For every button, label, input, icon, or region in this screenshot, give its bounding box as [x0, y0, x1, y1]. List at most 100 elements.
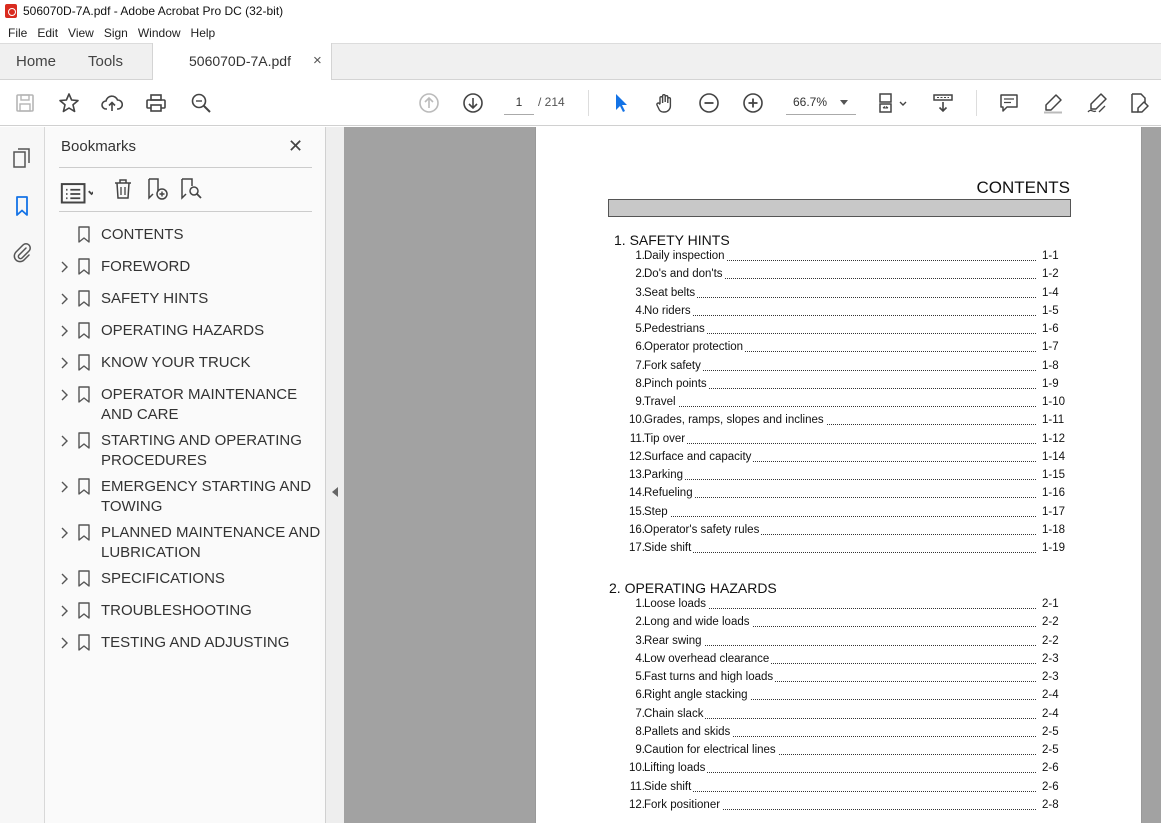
next-page-icon[interactable] [462, 92, 484, 114]
toc-entry[interactable]: 7. Fork safety 1-8 [536, 360, 1143, 376]
toc-entry-number: 11. [629, 781, 645, 793]
toc-entry[interactable]: 15. Step 1-17 [536, 506, 1143, 522]
toc-entry-text: Operator protection [644, 341, 746, 353]
zoom-out-icon[interactable] [698, 92, 720, 114]
toc-entry-page: 1-12 [1042, 433, 1066, 445]
toc-entry[interactable]: 6. Operator protection 1-7 [536, 341, 1143, 357]
collapse-panel-arrow-icon[interactable] [332, 487, 338, 497]
toc-entry-number: 13. [629, 469, 645, 481]
chevron-right-icon[interactable] [59, 389, 69, 401]
bookmark-icon [78, 570, 90, 587]
chevron-right-icon[interactable] [59, 435, 69, 447]
select-cursor-icon[interactable] [610, 92, 632, 114]
toc-entry-leader: Tip over [644, 433, 1036, 449]
chevron-down-icon[interactable] [840, 100, 848, 105]
toc-entry[interactable]: 5. Fast turns and high loads 2-3 [536, 671, 1143, 687]
chevron-right-icon[interactable] [59, 357, 69, 369]
chevron-right-icon[interactable] [59, 637, 69, 649]
toc-entry[interactable]: 9. Travel 1-10 [536, 396, 1143, 412]
toc-entry[interactable]: 5. Pedestrians 1-6 [536, 323, 1143, 339]
page-thumbnails-icon[interactable] [11, 147, 33, 169]
toc-entry[interactable]: 13. Parking 1-15 [536, 469, 1143, 485]
toc-entry-text: Right angle stacking [644, 689, 750, 701]
comment-icon[interactable] [998, 92, 1020, 114]
panel-splitter[interactable] [326, 127, 344, 823]
hand-tool-icon[interactable] [654, 92, 676, 114]
bookmark-icon [78, 524, 90, 541]
toc-entry[interactable]: 9. Caution for electrical lines 2-5 [536, 744, 1143, 760]
toc-entry-leader: Fast turns and high loads [644, 671, 1036, 687]
star-icon[interactable] [58, 92, 80, 114]
close-icon[interactable]: ✕ [288, 136, 306, 156]
options-menu-icon[interactable] [59, 177, 96, 204]
toc-entry[interactable]: 12. Fork positioner 2-8 [536, 799, 1143, 815]
edit-pdf-icon[interactable] [1128, 92, 1150, 114]
menu-sign[interactable]: Sign [100, 26, 132, 40]
toc-entry[interactable]: 8. Pallets and skids 2-5 [536, 726, 1143, 742]
toc-entry-page: 1-15 [1042, 469, 1066, 481]
tab-home[interactable]: Home [16, 53, 56, 70]
page-number-input[interactable]: 1 [504, 90, 534, 115]
toc-entry[interactable]: 1. Loose loads 2-1 [536, 598, 1143, 614]
toc-entry-number: 14. [629, 487, 645, 499]
menu-window[interactable]: Window [134, 26, 185, 40]
toc-entry[interactable]: 10. Lifting loads 2-6 [536, 762, 1143, 778]
toc-entry[interactable]: 12. Surface and capacity 1-14 [536, 451, 1143, 467]
paperclip-icon[interactable] [11, 241, 33, 263]
document-viewport[interactable]: CONTENTS 1. SAFETY HINTS 1. Daily inspecti… [344, 127, 1161, 823]
toolbar-divider [976, 90, 977, 116]
toc-entry[interactable]: 2. Do's and don'ts 1-2 [536, 268, 1143, 284]
scroll-mode-icon[interactable] [932, 92, 954, 114]
toc-entry[interactable]: 11. Side shift 2-6 [536, 781, 1143, 797]
sign-pen-icon[interactable] [1086, 92, 1108, 114]
chevron-right-icon[interactable] [59, 325, 69, 337]
toc-entry[interactable]: 4. No riders 1-5 [536, 305, 1143, 321]
find-bookmark-icon[interactable] [179, 177, 203, 201]
toc-entry[interactable]: 1. Daily inspection 1-1 [536, 250, 1143, 266]
toc-entry[interactable]: 16. Operator's safety rules 1-18 [536, 524, 1143, 540]
zoom-in-icon[interactable] [742, 92, 764, 114]
toc-entry[interactable]: 3. Seat belts 1-4 [536, 287, 1143, 303]
toc-entry[interactable]: 3. Rear swing 2-2 [536, 635, 1143, 651]
toc-entry[interactable]: 8. Pinch points 1-9 [536, 378, 1143, 394]
toc-entry[interactable]: 14. Refueling 1-16 [536, 487, 1143, 503]
toc-entry-leader: No riders [644, 305, 1036, 321]
delete-trash-icon[interactable] [111, 177, 135, 201]
toc-entry[interactable]: 17. Side shift 1-19 [536, 542, 1143, 558]
tab-close-button[interactable]: × [313, 52, 322, 69]
previous-page-icon[interactable] [418, 92, 440, 114]
toc-entry-leader: Seat belts [644, 287, 1036, 303]
menu-help[interactable]: Help [187, 26, 220, 40]
highlight-pen-icon[interactable] [1042, 92, 1064, 114]
chevron-right-icon[interactable] [59, 293, 69, 305]
toc-entry[interactable]: 7. Chain slack 2-4 [536, 708, 1143, 724]
toc-entry-text: Long and wide loads [644, 616, 752, 628]
menu-view[interactable]: View [64, 26, 98, 40]
chevron-right-icon[interactable] [59, 573, 69, 585]
toc-entry-leader: Caution for electrical lines [644, 744, 1036, 760]
toc-entry[interactable]: 4. Low overhead clearance 2-3 [536, 653, 1143, 669]
toc-entry[interactable]: 10. Grades, ramps, slopes and inclines 1-1… [536, 414, 1143, 430]
tab-tools[interactable]: Tools [88, 53, 123, 70]
page-fit-icon[interactable] [876, 92, 898, 114]
save-icon[interactable] [14, 92, 36, 114]
toc-entry[interactable]: 2. Long and wide loads 2-2 [536, 616, 1143, 632]
cloud-upload-icon[interactable] [101, 92, 124, 114]
chevron-right-icon[interactable] [59, 261, 69, 273]
bookmark-panel-icon[interactable] [11, 195, 33, 217]
toc-entry-page: 1-1 [1042, 250, 1059, 262]
toc-entry[interactable]: 6. Right angle stacking 2-4 [536, 689, 1143, 705]
page-fit-menu-chevron-icon[interactable] [898, 92, 908, 114]
divider [59, 211, 312, 212]
search-zoom-icon[interactable] [190, 92, 212, 114]
tab-document[interactable]: 506070D-7A.pdf × [152, 43, 332, 81]
menu-edit[interactable]: Edit [33, 26, 62, 40]
new-bookmark-icon[interactable] [145, 177, 169, 201]
menu-file[interactable]: File [4, 26, 31, 40]
chevron-right-icon[interactable] [59, 527, 69, 539]
toc-entry[interactable]: 11. Tip over 1-12 [536, 433, 1143, 449]
print-icon[interactable] [145, 92, 167, 114]
chevron-right-icon[interactable] [59, 481, 69, 493]
chevron-right-icon[interactable] [59, 605, 69, 617]
toc-entry-number: 16. [629, 524, 645, 536]
